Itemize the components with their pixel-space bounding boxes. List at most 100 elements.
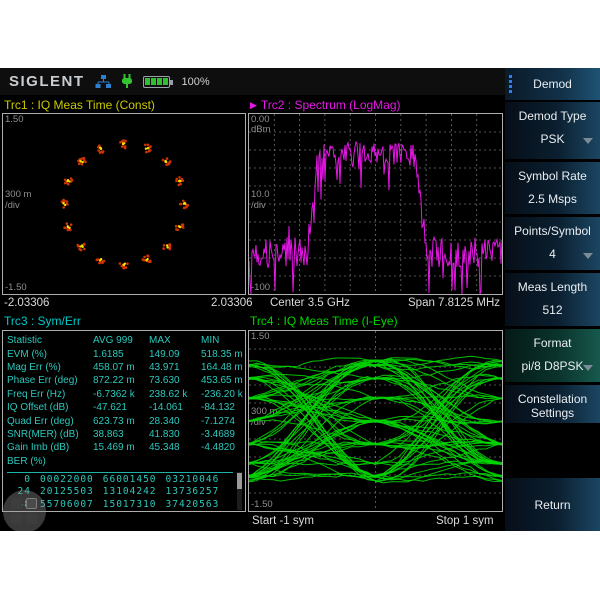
table-row: SNR(MER) (dB)38.86341.830-3.4689 bbox=[7, 428, 243, 441]
table-cell: EVM (%) bbox=[7, 349, 93, 360]
button-label: Demod Type bbox=[505, 102, 600, 123]
screenshot-page: SIGLENT 100% Trc1 : IQ Meas Time (Const)… bbox=[0, 0, 600, 600]
dropdown-arrow-icon bbox=[583, 365, 593, 371]
table-cell: 28.340 bbox=[149, 416, 201, 427]
siglent-logo: SIGLENT bbox=[9, 73, 85, 90]
table-cell: -84.132 bbox=[201, 402, 243, 413]
table-cell: -3.4689 bbox=[201, 429, 243, 440]
menu-dots-icon bbox=[509, 75, 512, 93]
table-cell: MAX bbox=[149, 335, 201, 346]
symerr-panel: StatisticAVG 999MAXMINEVM (%)1.6185149.0… bbox=[2, 330, 246, 512]
scrollbar-thumb[interactable] bbox=[237, 473, 242, 489]
floating-menu-button[interactable] bbox=[3, 490, 46, 531]
symbol-group: 37420563 bbox=[166, 499, 220, 510]
button-label: Format bbox=[505, 329, 600, 350]
sidebar-header-label: Demod bbox=[533, 77, 572, 91]
spectrum-panel: 0.00 dBm 10.0 /div -100 bbox=[248, 113, 503, 295]
vsa-screen: SIGLENT 100% Trc1 : IQ Meas Time (Const)… bbox=[0, 68, 600, 531]
table-cell: -4.4820 bbox=[201, 442, 243, 453]
table-cell: -14.061 bbox=[149, 402, 201, 413]
table-cell: MIN bbox=[201, 335, 243, 346]
sidebar-item-format[interactable]: Formatpi/8 D8PSK bbox=[505, 329, 600, 382]
sidebar-header-demod[interactable]: Demod bbox=[505, 68, 600, 100]
table-cell: 518.35 m bbox=[201, 349, 243, 360]
table-cell: Phase Err (deg) bbox=[7, 375, 93, 386]
table-cell: 43.971 bbox=[149, 362, 201, 373]
battery-percentage: 100% bbox=[182, 76, 210, 88]
table-cell: Quad Err (deg) bbox=[7, 416, 93, 427]
table-row-ber: BER (%) bbox=[7, 455, 243, 468]
spectrum-span-label: Span 7.8125 MHz bbox=[408, 297, 500, 309]
constellation-points bbox=[61, 139, 190, 269]
table-cell: 238.62 k bbox=[149, 389, 201, 400]
table-cell: -6.7362 k bbox=[93, 389, 149, 400]
table-cell: IQ Offset (dB) bbox=[7, 402, 93, 413]
table-cell: 41.830 bbox=[149, 429, 201, 440]
table-cell: Statistic bbox=[7, 335, 93, 346]
symbol-group: 66001450 bbox=[103, 474, 157, 485]
table-cell: Gain Imb (dB) bbox=[7, 442, 93, 453]
sidebar-item-symbol-rate[interactable]: Symbol Rate 2.5 Msps bbox=[505, 162, 600, 214]
table-cell: 15.469 m bbox=[93, 442, 149, 453]
lan-icon bbox=[95, 75, 111, 89]
sidebar-item-constellation-settings[interactable]: ConstellationSettings bbox=[505, 385, 600, 423]
table-row: IQ Offset (dB)-47.621-14.061-84.132 bbox=[7, 401, 243, 414]
menu-square-icon bbox=[11, 513, 22, 524]
symbol-row: 0000220006600145003210046 bbox=[7, 473, 235, 486]
button-label: Symbol Rate bbox=[505, 162, 600, 183]
trc1-ydiv-label: 300 m bbox=[5, 190, 31, 200]
symbol-group: 20125503 bbox=[40, 486, 94, 497]
table-cell: Mag Err (%) bbox=[7, 362, 93, 373]
table-cell: SNR(MER) (dB) bbox=[7, 429, 93, 440]
table-cell: 458.07 m bbox=[93, 362, 149, 373]
power-plug-icon bbox=[121, 74, 133, 89]
sidebar-item-meas-length[interactable]: Meas Length 512 bbox=[505, 273, 600, 326]
symbol-row: 24201255031310424213736257 bbox=[7, 486, 235, 499]
table-row: EVM (%)1.6185149.09518.35 m bbox=[7, 347, 243, 360]
sidebar-item-demod-type[interactable]: Demod TypePSK bbox=[505, 102, 600, 159]
eye-stop-label: Stop 1 sym bbox=[436, 515, 494, 527]
symbol-group: 55706007 bbox=[40, 499, 94, 510]
symerr-stats: StatisticAVG 999MAXMINEVM (%)1.6185149.0… bbox=[7, 334, 243, 468]
trc1-xleft-label: -2.03306 bbox=[4, 297, 49, 309]
button-value: 2.5 Msps bbox=[505, 192, 600, 206]
button-label: Points/Symbol bbox=[505, 217, 600, 238]
trace4-header: Trc4 : IQ Meas Time (I-Eye) bbox=[250, 314, 398, 328]
spectrum-plot bbox=[249, 114, 502, 294]
trc1-xright-label: 2.03306 bbox=[211, 297, 253, 309]
eye-panel: 1.50 300 m /div -1.50 bbox=[248, 330, 503, 512]
spectrum-center-label: Center 3.5 GHz bbox=[270, 297, 350, 309]
table-cell: 872.22 m bbox=[93, 375, 149, 386]
symbol-table-scrollbar[interactable] bbox=[237, 472, 242, 510]
table-cell: 623.73 m bbox=[93, 416, 149, 427]
symbol-group: 13104242 bbox=[103, 486, 157, 497]
trace1-header: Trc1 : IQ Meas Time (Const) bbox=[4, 98, 155, 112]
table-row: Freq Err (Hz)-6.7362 k238.62 k-236.20 k bbox=[7, 388, 243, 401]
button-label: Meas Length bbox=[505, 273, 600, 294]
trace2-header: ▶Trc2 : Spectrum (LogMag) bbox=[250, 98, 401, 112]
sidebar-menu: Demod Demod TypePSK Symbol Rate 2.5 Msps Poi… bbox=[505, 68, 600, 531]
symbol-group: 00022000 bbox=[40, 474, 94, 485]
symbol-group: 13736257 bbox=[166, 486, 220, 497]
table-cell: 149.09 bbox=[149, 349, 201, 360]
dropdown-arrow-icon bbox=[583, 138, 593, 144]
trc1-divunit-label: /div bbox=[5, 201, 20, 211]
button-value: 512 bbox=[505, 303, 600, 317]
table-row: Phase Err (deg)872.22 m73.630453.65 m bbox=[7, 374, 243, 387]
button-label: ConstellationSettings bbox=[505, 385, 600, 420]
trace3-header: Trc3 : Sym/Err bbox=[4, 314, 81, 328]
trc1-ybottom-label: -1.50 bbox=[5, 283, 27, 293]
table-cell: -47.621 bbox=[93, 402, 149, 413]
menu-square-icon bbox=[26, 513, 37, 524]
table-cell: 73.630 bbox=[149, 375, 201, 386]
table-cell: -7.1274 bbox=[201, 416, 243, 427]
sidebar-item-return[interactable]: Return bbox=[505, 478, 600, 531]
sidebar-item-points-symbol[interactable]: Points/Symbol4 bbox=[505, 217, 600, 270]
constellation-plot bbox=[3, 114, 245, 294]
table-cell: 45.348 bbox=[149, 442, 201, 453]
eye-traces bbox=[249, 356, 502, 483]
table-cell: 1.6185 bbox=[93, 349, 149, 360]
status-bar: SIGLENT 100% bbox=[0, 68, 505, 95]
table-cell: 453.65 m bbox=[201, 375, 243, 386]
dropdown-arrow-icon bbox=[583, 253, 593, 259]
